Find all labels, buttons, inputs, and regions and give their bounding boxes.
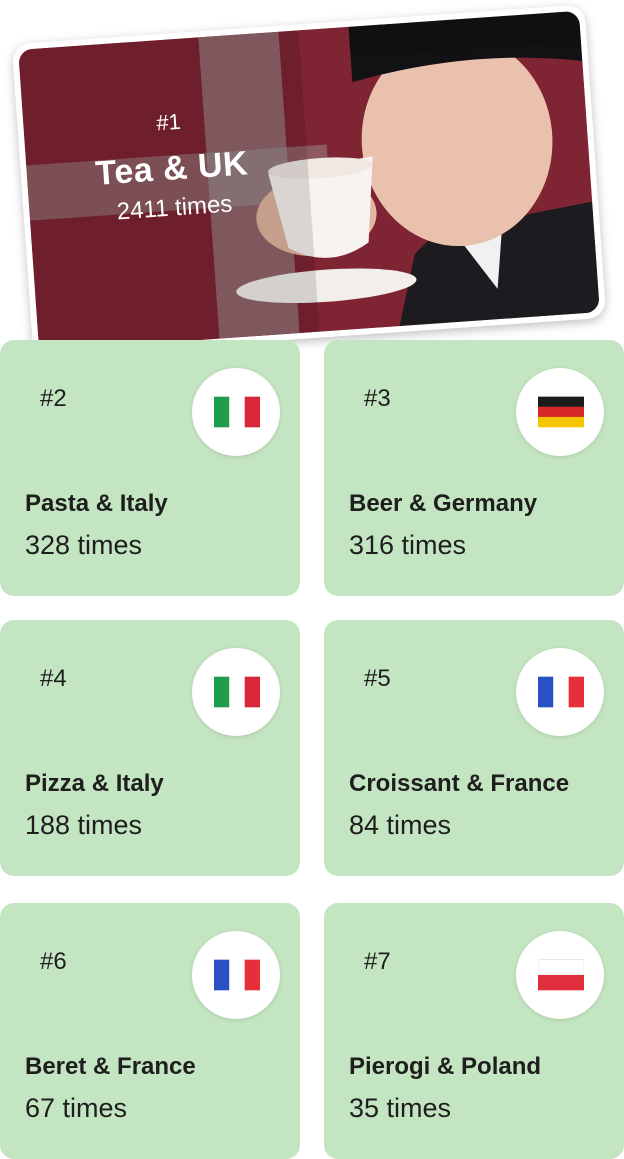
rank-label: #4 (40, 665, 67, 692)
item-count: 316 times (349, 530, 467, 560)
france-flag-icon (516, 648, 604, 736)
item-count: 188 times (25, 810, 143, 840)
item-title: Beret & France (25, 1053, 196, 1080)
france-flag-icon (192, 931, 280, 1019)
ranking-card[interactable]: #7 Pierogi & Poland 35 times (324, 903, 624, 1159)
italy-flag-icon (192, 648, 280, 736)
ranking-card[interactable]: #4 Pizza & Italy 188 times (0, 620, 300, 876)
item-title: Croissant & France (349, 770, 570, 797)
item-title: Pierogi & Poland (349, 1053, 542, 1080)
item-title: Beer & Germany (349, 490, 538, 517)
rank-label: #2 (40, 385, 67, 412)
rank-label: #3 (364, 385, 391, 412)
italy-flag-icon (192, 368, 280, 456)
poland-flag-icon (516, 931, 604, 1019)
ranking-card[interactable]: #5 Croissant & France 84 times (324, 620, 624, 876)
item-count: 35 times (349, 1093, 452, 1123)
item-count: 328 times (25, 530, 143, 560)
item-title: Pasta & Italy (25, 490, 168, 517)
germany-flag-icon (516, 368, 604, 456)
ranking-card[interactable]: #2 Pasta & Italy 328 times (0, 340, 300, 596)
item-count: 67 times (25, 1093, 128, 1123)
item-title: Pizza & Italy (25, 770, 164, 797)
hero-photo: #1 Tea & UK 2411 times (18, 10, 600, 352)
top-item-card[interactable]: #1 Tea & UK 2411 times (11, 4, 607, 358)
hero-text: #1 Tea & UK 2411 times (53, 102, 290, 231)
rank-label: #5 (364, 665, 391, 692)
ranking-card[interactable]: #6 Beret & France 67 times (0, 903, 300, 1159)
ranking-card[interactable]: #3 Beer & Germany 316 times (324, 340, 624, 596)
rank-label: #7 (364, 948, 391, 975)
item-count: 84 times (349, 810, 452, 840)
rank-label: #6 (40, 948, 67, 975)
